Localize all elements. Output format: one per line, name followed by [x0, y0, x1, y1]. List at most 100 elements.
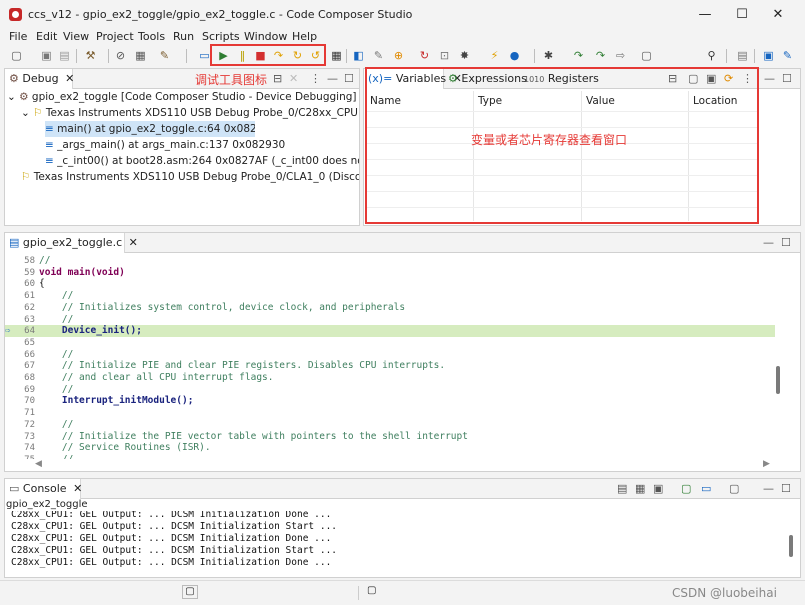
menu-scripts[interactable]: Scripts	[202, 30, 240, 43]
console-output[interactable]: C28xx_CPU1: GEL Output: ... DCSM Initial…	[5, 511, 785, 569]
column-header-value[interactable]: Value	[583, 91, 615, 111]
close-icon[interactable]: ✕	[73, 482, 82, 495]
code-line[interactable]: 74 // Service Routines (ISR).	[5, 442, 775, 454]
menu-run[interactable]: Run	[173, 30, 194, 43]
terminate-icon[interactable]: ■	[254, 49, 267, 62]
save-all-icon[interactable]: ▤	[58, 49, 71, 62]
close-button[interactable]: ✕	[760, 4, 796, 26]
view-menu-icon[interactable]: ⋮	[742, 72, 753, 85]
collapse-all-icon[interactable]: ⊟	[668, 72, 677, 85]
column-header-name[interactable]: Name	[367, 91, 401, 111]
view-menu-icon[interactable]: ⋮	[310, 72, 321, 85]
console-icon[interactable]: ▦	[134, 49, 147, 62]
suspend-icon[interactable]: ‖	[236, 49, 249, 62]
code-line[interactable]: 69 //	[5, 384, 775, 396]
tree-row-selected[interactable]: ≡ main() at gpio_ex2_toggle.c:64 0x08289…	[45, 121, 255, 137]
remove-terminated-icon[interactable]: ✕	[289, 72, 298, 85]
code-line-current[interactable]: 64 Device_init(); ⇨	[5, 325, 775, 338]
flash-icon[interactable]: ⚡	[488, 49, 501, 62]
scroll-right-icon[interactable]: ▶	[763, 459, 770, 469]
registers-icon[interactable]: ◧	[352, 49, 365, 62]
minimize-view-icon[interactable]: —	[327, 72, 338, 85]
menu-edit[interactable]: Edit	[36, 30, 57, 43]
horizontal-scrollbar[interactable]: ◀	[35, 459, 775, 471]
minimize-button[interactable]: —	[687, 4, 723, 26]
step-over-icon[interactable]: ↻	[291, 49, 304, 62]
step-forward-icon[interactable]: ↷	[594, 49, 607, 62]
step-return-icon[interactable]: ↺	[309, 49, 322, 62]
breakpoint-icon[interactable]: ⊕	[392, 49, 405, 62]
new-icon[interactable]: ▢	[10, 49, 23, 62]
column-header-location[interactable]: Location	[690, 91, 737, 111]
code-line[interactable]: 60 {	[5, 278, 775, 290]
maximize-view-icon[interactable]: ☐	[344, 72, 354, 85]
menu-window[interactable]: Window	[244, 30, 287, 43]
resume-icon[interactable]: ▶	[217, 49, 230, 62]
settings-icon[interactable]: ●	[508, 49, 521, 62]
run-icon[interactable]: ✸	[458, 49, 471, 62]
code-line[interactable]: 73 // Initialize the PIE vector table wi…	[5, 431, 775, 443]
debug-icon[interactable]: ✎	[158, 49, 171, 62]
tab-expressions[interactable]: ⚙ Expressions	[448, 69, 527, 89]
tree-row[interactable]: ⌄ ⚐ Texas Instruments XDS110 USB Debug P…	[21, 105, 359, 121]
expand-chevron-icon[interactable]: ⌄	[21, 107, 30, 119]
new-icon[interactable]: ▢	[688, 72, 698, 85]
tab-console[interactable]: ▭ Console ✕	[5, 479, 82, 499]
collapse-all-icon[interactable]: ⊟	[273, 72, 282, 85]
maximize-view-icon[interactable]: ☐	[781, 236, 791, 249]
tab-debug[interactable]: ⚙ Debug ✕	[5, 69, 74, 89]
console-toolbar-icon[interactable]: ▤	[617, 482, 627, 495]
debug-perspective-icon[interactable]: ▣	[762, 49, 775, 62]
console-toolbar-icon[interactable]: ▣	[653, 482, 663, 495]
tree-row[interactable]: ≡ _c_int00() at boot28.asm:264 0x0827AF …	[45, 153, 359, 169]
display-console-icon[interactable]: ▭	[701, 482, 711, 495]
menu-help[interactable]: Help	[292, 30, 317, 43]
export-icon[interactable]: ▣	[706, 72, 716, 85]
tree-row[interactable]: ⌄ ⚙ gpio_ex2_toggle [Code Composer Studi…	[7, 89, 359, 105]
vertical-scrollbar[interactable]	[776, 366, 780, 394]
new-console-icon[interactable]: ▢	[729, 482, 739, 495]
nav-back-icon[interactable]: ✱	[542, 49, 555, 62]
close-icon[interactable]: ✕	[65, 72, 74, 85]
open-perspective-icon[interactable]: ⇨	[614, 49, 627, 62]
code-line[interactable]: 71	[5, 407, 775, 419]
code-line[interactable]: 67 // Initialize PIE and clear PIE regis…	[5, 360, 775, 372]
minimize-view-icon[interactable]: —	[764, 72, 775, 85]
step-into-icon[interactable]: ↷	[272, 49, 285, 62]
search-icon[interactable]: ⊘	[114, 49, 127, 62]
refresh-icon[interactable]: ↻	[418, 49, 431, 62]
tab-registers[interactable]: 1010 Registers	[524, 69, 599, 89]
console-toolbar-icon[interactable]: ▦	[635, 482, 645, 495]
maximize-view-icon[interactable]: ☐	[782, 72, 792, 85]
ccs-perspective-icon[interactable]: ✎	[781, 49, 794, 62]
save-icon[interactable]: ▣	[40, 49, 53, 62]
pin-icon[interactable]: ▢	[640, 49, 653, 62]
code-line[interactable]: 63 //	[5, 314, 775, 326]
tab-gpio-ex2-toggle[interactable]: ▤ gpio_ex2_toggle.c ✕	[5, 233, 138, 253]
tree-row[interactable]: ≡ _args_main() at args_main.c:137 0x0829…	[45, 137, 359, 153]
menu-project[interactable]: Project	[96, 30, 134, 43]
code-line[interactable]: 61 //	[5, 290, 775, 302]
external-icon[interactable]: ⊡	[438, 49, 451, 62]
minimize-view-icon[interactable]: —	[763, 482, 774, 495]
console-scrollbar[interactable]	[789, 535, 793, 557]
grid-icon[interactable]: ▦	[330, 49, 343, 62]
refresh-icon[interactable]: ⟳	[724, 72, 733, 85]
menu-view[interactable]: View	[63, 30, 89, 43]
nav-forward-icon[interactable]: ↷	[572, 49, 585, 62]
build-icon[interactable]: ⚒	[84, 49, 97, 62]
display-icon[interactable]: ▭	[198, 49, 211, 62]
code-line[interactable]: 62 // Initializes system control, device…	[5, 302, 775, 314]
menu-tools[interactable]: Tools	[138, 30, 165, 43]
code-line[interactable]: 70 Interrupt_initModule();	[5, 395, 775, 407]
search-tool-icon[interactable]: ⚲	[705, 49, 718, 62]
code-line[interactable]: 58 //	[5, 255, 775, 267]
code-editor[interactable]: 58//59 void main(void) 60{61 //62 // Initi…	[5, 253, 800, 459]
minimize-view-icon[interactable]: —	[763, 236, 774, 249]
menu-file[interactable]: File	[9, 30, 27, 43]
code-line[interactable]: 59 void main(void)	[5, 267, 775, 279]
code-line[interactable]: 68 // and clear all CPU interrupt flags.	[5, 372, 775, 384]
tab-variables[interactable]: (x)= Variables ✕	[364, 69, 462, 89]
code-line[interactable]: 66 //	[5, 349, 775, 361]
code-line[interactable]: 72 //	[5, 419, 775, 431]
